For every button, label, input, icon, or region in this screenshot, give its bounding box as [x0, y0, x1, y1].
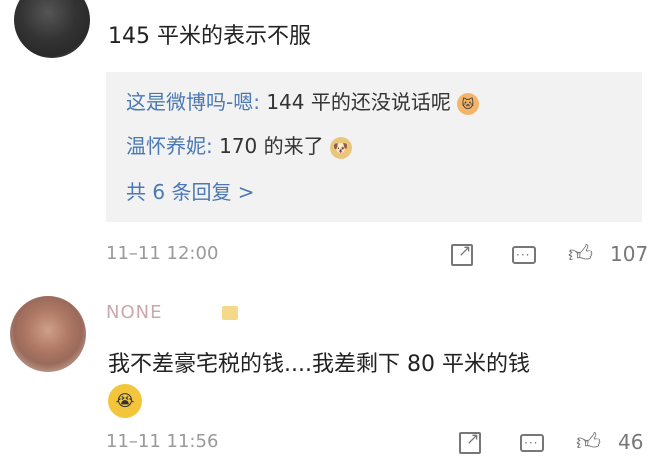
- crying-emoji-icon: 😭: [108, 384, 142, 418]
- like-count: 107: [610, 242, 649, 266]
- more-replies-link[interactable]: 共 6 条回复 >: [126, 176, 255, 205]
- username[interactable]: NONE: [106, 302, 162, 323]
- share-icon[interactable]: ↗: [459, 429, 481, 454]
- timestamp: 11–11 12:00: [106, 243, 219, 264]
- share-icon[interactable]: ↗: [451, 241, 473, 266]
- timestamp: 11–11 11:56: [106, 431, 219, 452]
- reply-item: 温怀养妮: 170 的来了 🐶: [126, 130, 352, 159]
- comment-icon[interactable]: ···: [520, 432, 544, 454]
- avatar[interactable]: [14, 0, 90, 58]
- reply-username[interactable]: 这是微博吗-嗯:: [126, 90, 260, 114]
- doge-emoji-icon: 🐶: [329, 136, 352, 159]
- comment-text: 145 平米的表示不服: [108, 24, 311, 49]
- reply-text: 170 的来了: [212, 134, 324, 158]
- comment-icon[interactable]: ···: [512, 244, 536, 266]
- reply-thread: 这是微博吗-嗯: 144 平的还没说话呢 🐱 温怀养妮: 170 的来了 🐶 共 6…: [106, 72, 642, 222]
- cat-emoji-icon: 🐱: [456, 92, 479, 115]
- badge-icon: [222, 306, 238, 320]
- like-icon[interactable]: 👍︎: [576, 428, 601, 457]
- like-icon[interactable]: 👍︎: [568, 240, 593, 269]
- comment-text: 我不差豪宅税的钱....我差剩下 80 平米的钱: [108, 352, 530, 377]
- reply-text: 144 平的还没说话呢: [259, 90, 451, 114]
- reply-username[interactable]: 温怀养妮:: [126, 134, 213, 158]
- avatar[interactable]: [10, 296, 86, 372]
- like-count: 46: [618, 430, 644, 454]
- reply-item: 这是微博吗-嗯: 144 平的还没说话呢 🐱: [126, 86, 479, 115]
